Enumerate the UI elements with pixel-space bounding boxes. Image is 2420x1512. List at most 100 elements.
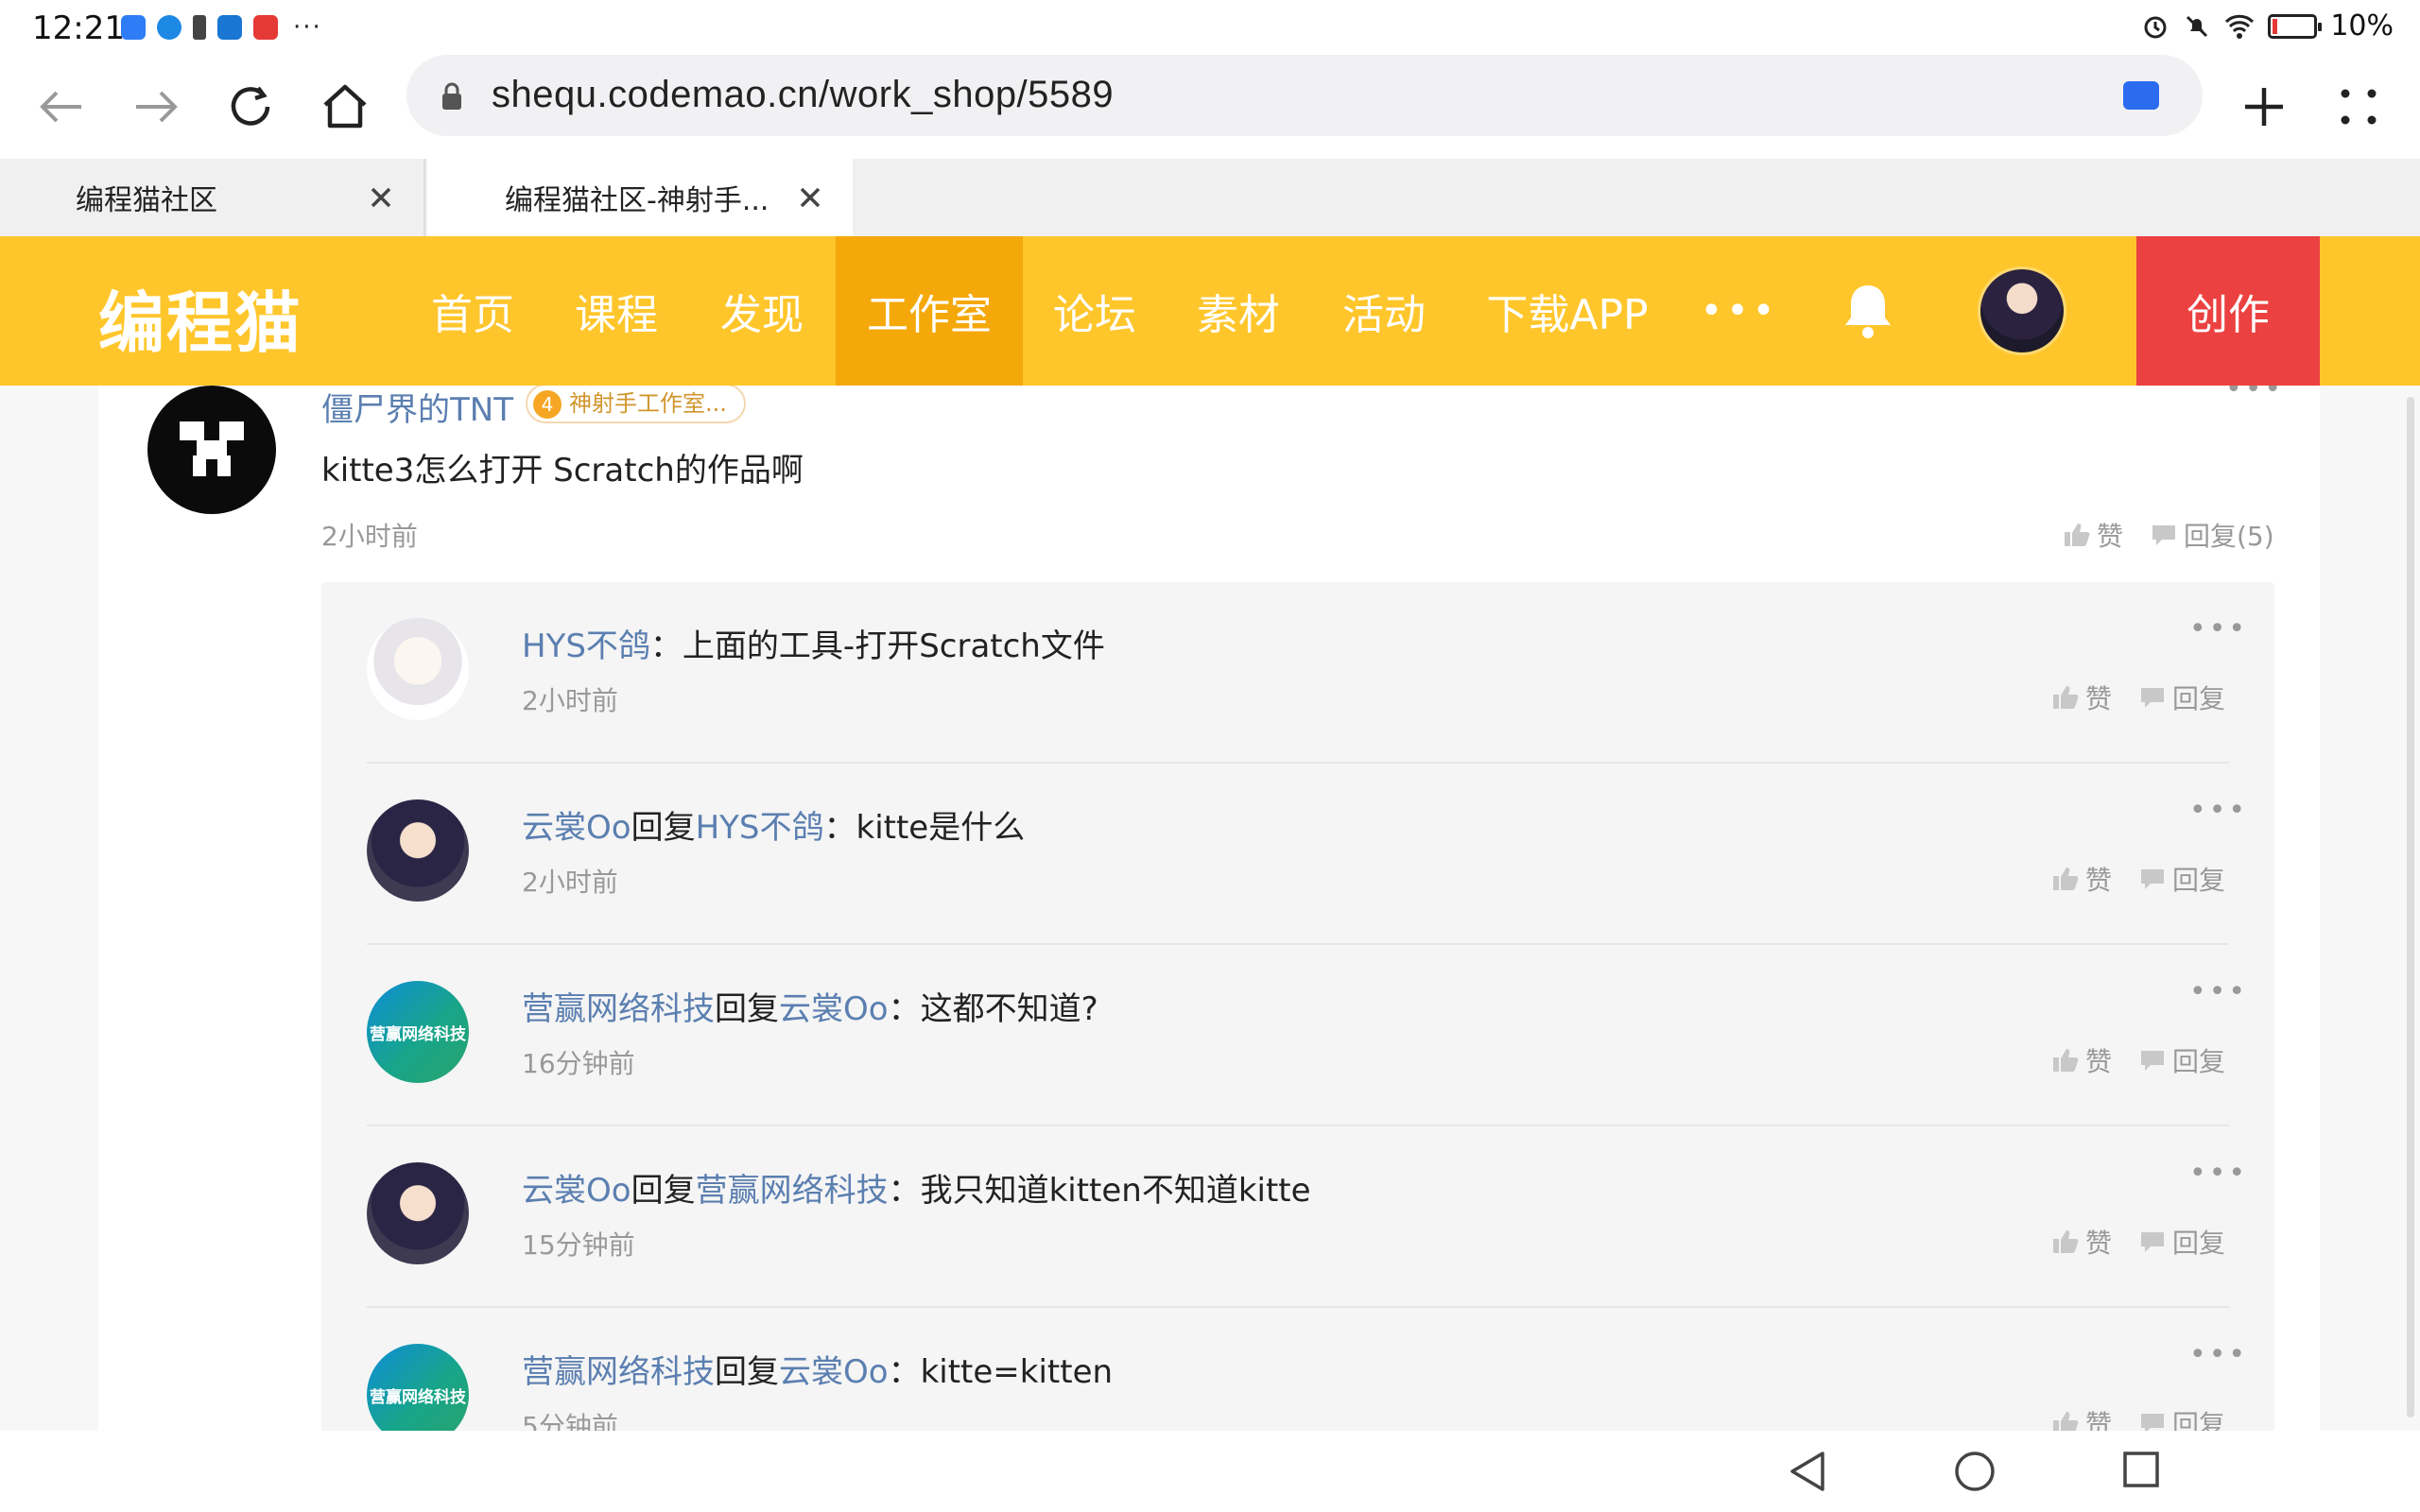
reply-like-button[interactable]: 赞 bbox=[2051, 1223, 2112, 1261]
avatar[interactable] bbox=[147, 386, 276, 514]
comment-more-button[interactable]: ••• bbox=[2225, 386, 2284, 405]
page-content: 僵尸界的TNT 4 神射手工作室... kitte3怎么打开 Scratch的作… bbox=[0, 386, 2420, 1431]
battery-percent: 10% bbox=[2330, 9, 2394, 43]
reply-word: 回复 bbox=[715, 990, 779, 1028]
forward-button[interactable] bbox=[123, 74, 189, 140]
reply-time: 2小时前 bbox=[522, 867, 618, 898]
reply-like-button[interactable]: 赞 bbox=[2051, 679, 2112, 716]
avatar[interactable]: 营赢网络科技 bbox=[367, 981, 469, 1083]
alert-icon bbox=[193, 15, 206, 40]
like-label: 赞 bbox=[2085, 683, 2113, 714]
reply-more-button[interactable]: ••• bbox=[2189, 612, 2248, 645]
list-item: HYS不鸽：上面的工具-打开Scratch文件 2小时前 ••• 赞 回复 bbox=[321, 582, 2274, 764]
nav-download-app[interactable]: 下载APP bbox=[1475, 236, 1660, 386]
reply-reply-button[interactable]: 回复 bbox=[2138, 1404, 2225, 1431]
avatar[interactable]: 营赢网络科技 bbox=[367, 1344, 469, 1431]
reply-line: 云裳Oo回复营赢网络科技：我只知道kitten不知道kitte bbox=[522, 1164, 1311, 1211]
reply-label: 回复 bbox=[2172, 1228, 2226, 1259]
reply-more-button[interactable]: ••• bbox=[2189, 1338, 2248, 1371]
tabs-grid-button[interactable] bbox=[2325, 74, 2392, 140]
reply-target[interactable]: 云裳Oo bbox=[779, 1353, 889, 1391]
site-nav: 编程猫 首页 课程 发现 工作室 论坛 素材 活动 下载APP ••• 创作 bbox=[0, 236, 2420, 386]
reply-like-button[interactable]: 赞 bbox=[2051, 860, 2112, 898]
system-nav-bar bbox=[0, 1431, 2420, 1512]
grid-dots-icon bbox=[2341, 89, 2377, 125]
reply-separator: ： bbox=[649, 627, 683, 665]
reply-author[interactable]: HYS不鸽 bbox=[522, 627, 650, 665]
reply-author[interactable]: 云裳Oo bbox=[522, 809, 631, 847]
user-avatar[interactable] bbox=[1978, 266, 2066, 355]
list-item: 营赢网络科技 营赢网络科技回复云裳Oo：这都不知道? 16分钟前 ••• 赞回复 bbox=[321, 945, 2274, 1126]
tab-1-close-icon[interactable] bbox=[365, 181, 397, 214]
reply-more-button[interactable]: ••• bbox=[2189, 794, 2248, 827]
reply-target[interactable]: HYS不鸽 bbox=[696, 809, 824, 847]
reply-separator: ： bbox=[888, 1172, 921, 1210]
arrow-right-icon bbox=[136, 91, 178, 123]
reply-reply-button[interactable]: 回复 bbox=[2138, 1041, 2225, 1079]
nav-more-button[interactable]: ••• bbox=[1701, 236, 1777, 386]
badge-text: 神射手工作室... bbox=[569, 390, 727, 417]
nav-courses[interactable]: 课程 bbox=[560, 236, 673, 386]
chat-icon bbox=[2141, 1414, 2164, 1431]
reply-label: 回复 bbox=[2172, 1046, 2226, 1077]
tab-2[interactable]: 编程猫社区-神射手... bbox=[427, 159, 853, 236]
creeper-icon bbox=[180, 421, 244, 476]
avatar[interactable] bbox=[367, 1162, 469, 1264]
reply-reply-button[interactable]: 回复 bbox=[2138, 1223, 2225, 1261]
page-scrollbar[interactable] bbox=[2407, 397, 2414, 1418]
tab-1-label: 编程猫社区 bbox=[76, 184, 217, 217]
reply-like-button[interactable]: 赞 bbox=[2051, 1041, 2112, 1079]
nav-events[interactable]: 活动 bbox=[1327, 236, 1441, 386]
cast-icon[interactable] bbox=[2123, 81, 2159, 110]
browser-toolbar: shequ.codemao.cn/work_shop/5589 bbox=[0, 55, 2420, 159]
nav-materials[interactable]: 素材 bbox=[1182, 236, 1295, 386]
reply-author[interactable]: 营赢网络科技 bbox=[522, 990, 715, 1028]
reply-author[interactable]: 云裳Oo bbox=[522, 1172, 631, 1210]
workshop-badge[interactable]: 4 神射手工作室... bbox=[526, 386, 746, 423]
reply-separator: ： bbox=[888, 1353, 921, 1391]
bulb-icon bbox=[157, 15, 182, 40]
thumb-up-icon bbox=[2053, 1230, 2079, 1253]
like-label: 赞 bbox=[2085, 1046, 2113, 1077]
reply-author[interactable]: 营赢网络科技 bbox=[522, 1353, 715, 1391]
tab-1[interactable]: 编程猫社区 bbox=[0, 159, 425, 236]
reply-time: 5分钟前 bbox=[522, 1411, 618, 1431]
reply-target[interactable]: 营赢网络科技 bbox=[696, 1172, 889, 1210]
address-bar[interactable]: shequ.codemao.cn/work_shop/5589 bbox=[406, 55, 2203, 136]
site-logo[interactable]: 编程猫 bbox=[98, 270, 302, 366]
nav-home-icon[interactable] bbox=[1953, 1450, 1996, 1493]
bell-icon[interactable] bbox=[1838, 280, 1898, 342]
chat-icon bbox=[2141, 869, 2164, 889]
thumb-up-icon bbox=[2053, 868, 2079, 890]
mute-icon bbox=[2187, 15, 2208, 37]
back-button[interactable] bbox=[28, 74, 95, 140]
reply-list: HYS不鸽：上面的工具-打开Scratch文件 2小时前 ••• 赞回复 云裳Oo回复H… bbox=[321, 582, 2274, 1431]
tab-2-close-icon[interactable] bbox=[794, 181, 826, 214]
like-button[interactable]: 赞 bbox=[2063, 516, 2123, 554]
nav-back-icon[interactable] bbox=[1787, 1450, 1828, 1493]
reply-reply-button[interactable]: 回复 bbox=[2138, 860, 2225, 898]
like-label: 赞 bbox=[2085, 1228, 2113, 1259]
comment-author[interactable]: 僵尸界的TNT bbox=[321, 386, 513, 430]
nav-forum[interactable]: 论坛 bbox=[1038, 236, 1151, 386]
nav-home[interactable]: 首页 bbox=[416, 236, 529, 386]
home-button[interactable] bbox=[312, 74, 378, 140]
chat-icon bbox=[2141, 688, 2164, 708]
reply-button[interactable]: 回复(5) bbox=[2150, 516, 2274, 554]
reply-more-button[interactable]: ••• bbox=[2189, 1157, 2248, 1190]
reply-line: 营赢网络科技回复云裳Oo：这都不知道? bbox=[522, 983, 1098, 1029]
reply-target[interactable]: 云裳Oo bbox=[779, 990, 889, 1028]
new-tab-button[interactable] bbox=[2231, 74, 2297, 140]
reload-button[interactable] bbox=[217, 74, 284, 140]
list-item: 营赢网络科技 营赢网络科技回复云裳Oo：kitte=kitten 5分钟前 ••• 赞回… bbox=[321, 1308, 2274, 1431]
avatar[interactable] bbox=[367, 618, 469, 720]
nav-discover[interactable]: 发现 bbox=[705, 236, 819, 386]
reply-reply-button[interactable]: 回复 bbox=[2138, 679, 2225, 716]
nav-workshop[interactable]: 工作室 bbox=[836, 236, 1023, 386]
plus-icon bbox=[2245, 88, 2283, 126]
create-button[interactable]: 创作 bbox=[2136, 236, 2320, 386]
avatar[interactable] bbox=[367, 799, 469, 902]
reply-like-button[interactable]: 赞 bbox=[2051, 1404, 2112, 1431]
nav-recents-icon[interactable] bbox=[2121, 1450, 2161, 1489]
reply-more-button[interactable]: ••• bbox=[2189, 975, 2248, 1008]
